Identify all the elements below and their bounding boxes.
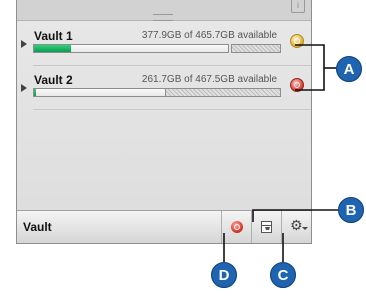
callout-badge-a: A: [336, 56, 362, 82]
callout-badge-c: C: [270, 262, 296, 288]
callout-badge-b: B: [338, 197, 364, 223]
callout-badge-d: D: [211, 262, 237, 288]
callout-line-b: [252, 209, 338, 222]
callout-lines: [223, 44, 338, 262]
callout-line-a: [295, 44, 325, 91]
